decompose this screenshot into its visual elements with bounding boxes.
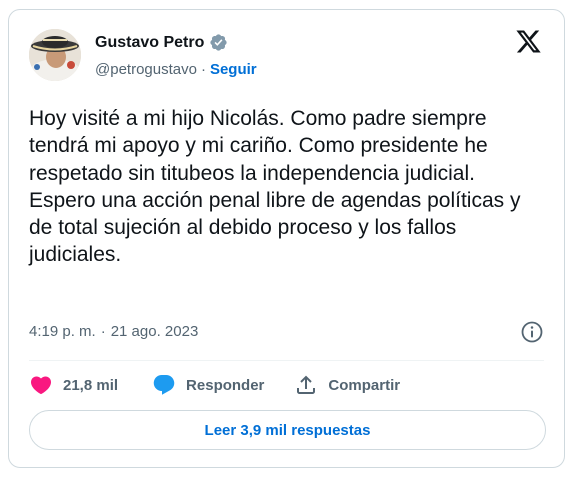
- author-name-row: Gustavo Petro: [95, 33, 228, 52]
- tweet-card: Gustavo Petro @petrogustavo · Seguir Hoy…: [8, 9, 565, 468]
- author-name[interactable]: Gustavo Petro: [95, 34, 204, 52]
- share-icon: [297, 375, 316, 394]
- heart-icon: [30, 376, 52, 395]
- tweet-date[interactable]: 21 ago. 2023: [111, 323, 199, 340]
- share-button[interactable]: Compartir: [294, 373, 400, 397]
- tweet-time[interactable]: 4:19 p. m.: [29, 323, 96, 340]
- like-button[interactable]: 21,8 mil: [29, 373, 118, 397]
- divider: [29, 360, 544, 361]
- avatar[interactable]: [29, 29, 81, 81]
- verified-badge-icon: [210, 34, 227, 51]
- reply-button[interactable]: Responder: [152, 373, 264, 397]
- tweet-timestamp-row: 4:19 p. m. · 21 ago. 2023: [29, 323, 198, 340]
- author-handle[interactable]: @petrogustavo: [95, 61, 197, 78]
- avatar-image: [29, 29, 81, 81]
- action-bar: 21,8 mil Responder Compartir: [29, 373, 400, 397]
- tweet-text: Hoy visité a mi hijo Nicolás. Como padre…: [29, 107, 521, 267]
- follow-button[interactable]: Seguir: [210, 61, 257, 78]
- info-icon[interactable]: [520, 320, 544, 344]
- read-replies-button[interactable]: Leer 3,9 mil respuestas: [29, 410, 546, 450]
- reply-bubble-icon: [153, 375, 175, 395]
- x-logo-icon[interactable]: [515, 28, 542, 55]
- share-label: Compartir: [328, 376, 401, 394]
- reply-label: Responder: [186, 376, 265, 394]
- timestamp-separator: ·: [100, 323, 106, 340]
- like-count: 21,8 mil: [63, 376, 119, 394]
- handle-separator: ·: [200, 61, 206, 78]
- author-handle-row: @petrogustavo · Seguir: [95, 61, 257, 78]
